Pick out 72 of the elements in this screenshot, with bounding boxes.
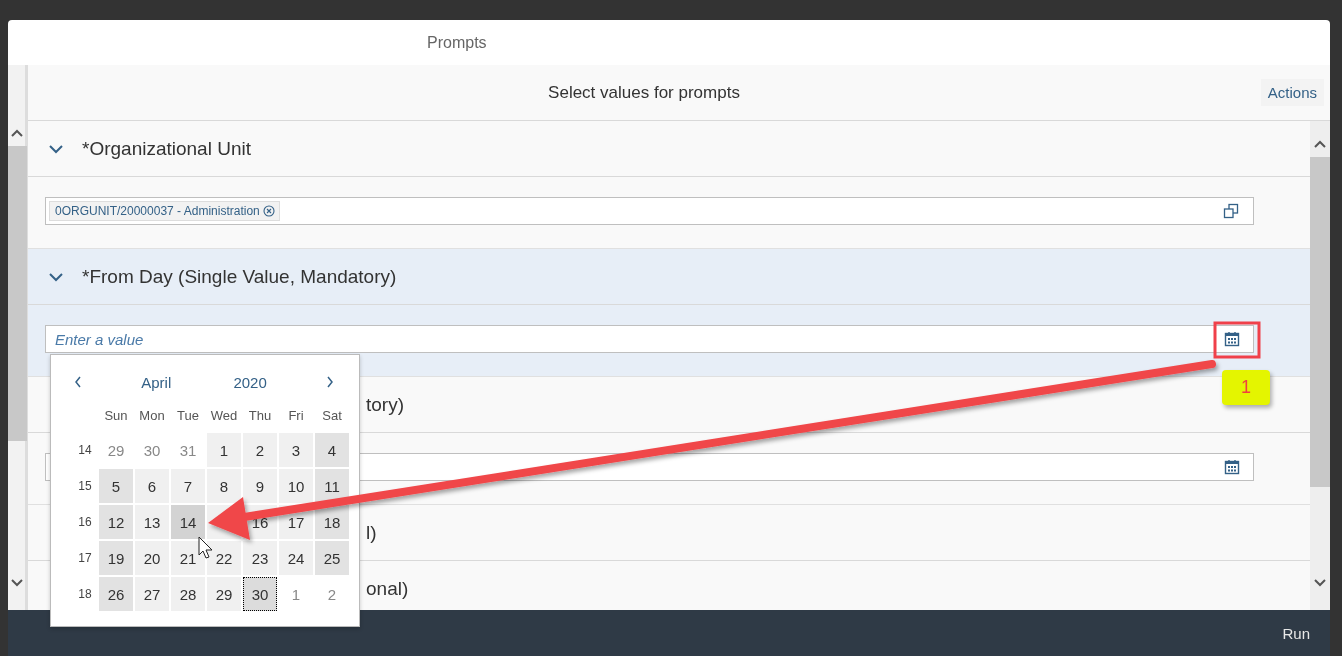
next-icon[interactable]	[325, 375, 335, 389]
scrollbar-thumb[interactable]	[8, 146, 27, 441]
scrollbar[interactable]	[1310, 121, 1330, 610]
year-button[interactable]: 2020	[229, 371, 271, 393]
weekday-label: Fri	[287, 407, 305, 425]
day-cell[interactable]: 4	[315, 433, 349, 467]
remove-icon[interactable]	[262, 205, 275, 217]
day-cell[interactable]: 23	[243, 541, 277, 575]
value-help-icon[interactable]	[1223, 203, 1239, 219]
weekday-label: Thu	[247, 407, 273, 425]
week-number: 16	[77, 514, 93, 531]
day-cell[interactable]: 3	[279, 433, 313, 467]
scroll-up-icon[interactable]	[9, 128, 24, 138]
scroll-down-icon[interactable]	[1313, 578, 1327, 588]
day-cell[interactable]: 1	[207, 433, 241, 467]
scrollbar-thumb[interactable]	[1310, 157, 1330, 487]
day-cell[interactable]: 14	[171, 505, 205, 539]
scroll-up-icon[interactable]	[1313, 139, 1327, 149]
dialog-title: Prompts	[427, 33, 487, 52]
day-cell[interactable]: 24	[279, 541, 313, 575]
day-cell[interactable]: 26	[99, 577, 133, 611]
day-cell[interactable]: 10	[279, 469, 313, 503]
day-cell[interactable]: 29	[207, 577, 241, 611]
prompt-title: tory)	[366, 393, 404, 416]
weekday-label: Sun	[103, 407, 129, 425]
weekday-label: Mon	[138, 407, 166, 425]
prompt-title: onal)	[366, 577, 409, 600]
day-cell[interactable]: 12	[99, 505, 133, 539]
step-badge: 1	[1222, 370, 1270, 405]
highlight-frame	[1213, 321, 1261, 359]
day-cell[interactable]: 6	[135, 469, 169, 503]
day-cell[interactable]: 21	[171, 541, 205, 575]
day-cell[interactable]: 8	[207, 469, 241, 503]
day-cell[interactable]: 5	[99, 469, 133, 503]
value-token[interactable]: 0ORGUNIT/20000037 - Administration	[49, 201, 280, 221]
week-number: 15	[77, 478, 93, 495]
day-cell[interactable]: 19	[99, 541, 133, 575]
calendar-icon[interactable]	[1224, 331, 1240, 347]
day-cell[interactable]: 7	[171, 469, 205, 503]
weekday-label: Tue	[176, 407, 200, 425]
dialog-subtitle: Select values for prompts	[548, 82, 740, 103]
weekday-label: Sat	[321, 407, 343, 425]
prompt-title: *From Day (Single Value, Mandatory)	[82, 265, 397, 288]
chevron-down-icon[interactable]	[48, 143, 64, 154]
scrollbar[interactable]	[8, 65, 28, 610]
prompt-title: l)	[366, 521, 377, 544]
date-field[interactable]: Enter a value	[45, 325, 1254, 353]
chevron-down-icon[interactable]	[48, 271, 64, 282]
day-cell[interactable]: 20	[135, 541, 169, 575]
scroll-down-icon[interactable]	[9, 578, 24, 588]
calendar-icon[interactable]	[1224, 459, 1240, 475]
day-cell[interactable]: 22	[207, 541, 241, 575]
day-cell[interactable]: 9	[243, 469, 277, 503]
day-cell[interactable]: 27	[135, 577, 169, 611]
day-cell[interactable]: 25	[315, 541, 349, 575]
prompt-title: *Organizational Unit	[82, 137, 251, 160]
week-number: 18	[77, 586, 93, 603]
day-cell[interactable]: 11	[315, 469, 349, 503]
day-cell[interactable]: 13	[135, 505, 169, 539]
run-button[interactable]: Run	[1276, 623, 1316, 643]
day-cell[interactable]: 2	[243, 433, 277, 467]
cursor-icon	[198, 536, 213, 559]
week-number: 17	[77, 550, 93, 567]
previous-icon[interactable]	[73, 375, 83, 389]
day-cell[interactable]: 30	[243, 577, 277, 611]
value-field[interactable]: 0ORGUNIT/20000037 - Administration	[45, 197, 1254, 225]
month-button[interactable]: April	[137, 371, 176, 393]
day-cell[interactable]: 28	[171, 577, 205, 611]
weekday-label: Wed	[209, 407, 239, 425]
day-cell[interactable]: 18	[315, 505, 349, 539]
week-number: 14	[77, 442, 93, 459]
actions-button[interactable]: Actions	[1260, 79, 1324, 106]
